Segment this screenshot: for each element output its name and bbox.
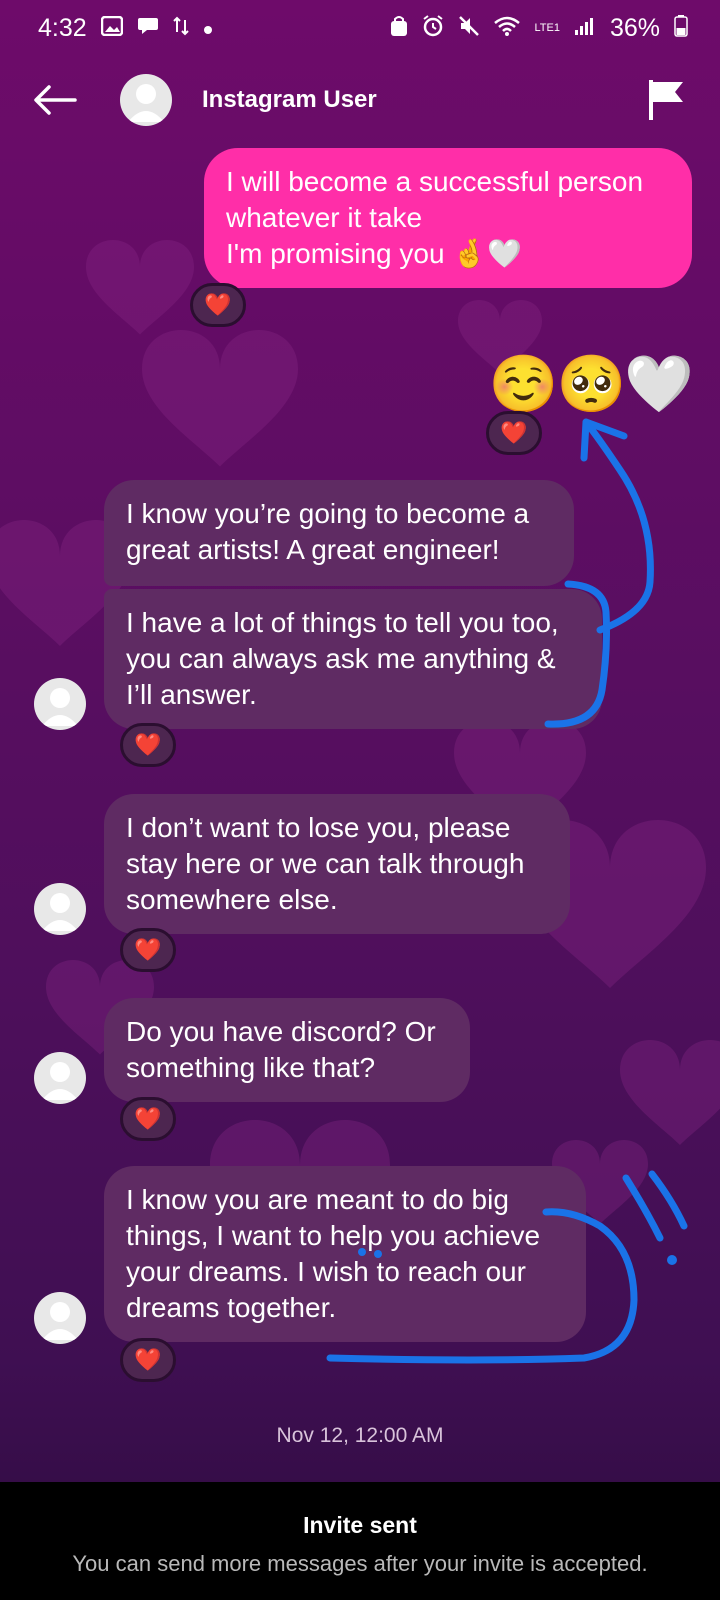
status-right: LTE1 36% [390, 14, 688, 43]
dot-icon [203, 17, 213, 39]
default-avatar-icon [42, 1062, 78, 1100]
battery-icon [674, 15, 688, 41]
signal-icon [574, 16, 596, 40]
header-title[interactable]: Instagram User [202, 86, 377, 114]
mute-icon [458, 15, 480, 41]
report-flag-button[interactable] [644, 77, 690, 123]
reaction-heart[interactable]: ❤️ [486, 411, 542, 455]
battery-percent: 36% [609, 13, 660, 42]
heart-reaction-icon: ❤️ [134, 1106, 162, 1131]
default-avatar-icon [42, 893, 78, 931]
message-bubble-received[interactable]: I have a lot of things to tell you too, … [104, 589, 602, 729]
alarm-icon [422, 15, 444, 41]
sender-avatar[interactable] [34, 1292, 86, 1344]
chat-header: Instagram User [0, 60, 720, 140]
back-arrow-icon [34, 85, 77, 115]
heart-reaction-icon: ❤️ [204, 292, 232, 317]
sender-avatar[interactable] [34, 883, 86, 935]
sender-avatar[interactable] [34, 1052, 86, 1104]
message-bubble-received[interactable]: I know you are meant to do big things, I… [104, 1166, 586, 1342]
vpn-icon [390, 15, 408, 41]
gallery-icon [100, 15, 123, 40]
wifi-icon [494, 16, 521, 40]
heart-reaction-icon: ❤️ [134, 937, 162, 962]
invite-sent-subtitle: You can send more messages after your in… [72, 1551, 648, 1576]
reaction-heart[interactable]: ❤️ [120, 1338, 176, 1382]
invite-sent-title: Invite sent [303, 1512, 417, 1538]
message-bubble-received[interactable]: I don’t want to lose you, please stay he… [104, 794, 570, 934]
reaction-heart[interactable]: ❤️ [120, 723, 176, 767]
sender-avatar[interactable] [34, 678, 86, 730]
message-bubble-received[interactable]: I know you’re going to become a great ar… [104, 480, 574, 586]
default-avatar-icon [42, 1302, 78, 1340]
back-button[interactable] [30, 75, 80, 125]
flag-icon [649, 80, 683, 120]
data-transfer-icon [172, 16, 189, 40]
heart-reaction-icon: ❤️ [500, 420, 528, 445]
message-emoji-sent[interactable]: ☺️🥺🤍 [489, 352, 694, 416]
message-bubble-sent[interactable]: I will become a successful person whatev… [204, 148, 692, 288]
heart-reaction-icon: ❤️ [134, 732, 162, 757]
reaction-heart[interactable]: ❤️ [120, 928, 176, 972]
message-bubble-received[interactable]: Do you have discord? Or something like t… [104, 998, 470, 1102]
header-avatar[interactable] [120, 74, 172, 126]
message-timestamp: Nov 12, 12:00 AM [276, 1424, 444, 1447]
network-label: LTE1 [534, 21, 560, 34]
status-time: 4:32 [38, 13, 87, 42]
reaction-heart[interactable]: ❤️ [190, 283, 246, 327]
default-avatar-icon [42, 688, 78, 726]
heart-reaction-icon: ❤️ [134, 1347, 162, 1372]
chat-icon [137, 16, 159, 40]
status-bar: 4:32 LTE1 36% [0, 0, 720, 56]
reaction-heart[interactable]: ❤️ [120, 1097, 176, 1141]
status-left: 4:32 [38, 14, 213, 43]
default-avatar-icon [128, 84, 164, 122]
invite-footer: Invite sent You can send more messages a… [0, 1482, 720, 1600]
